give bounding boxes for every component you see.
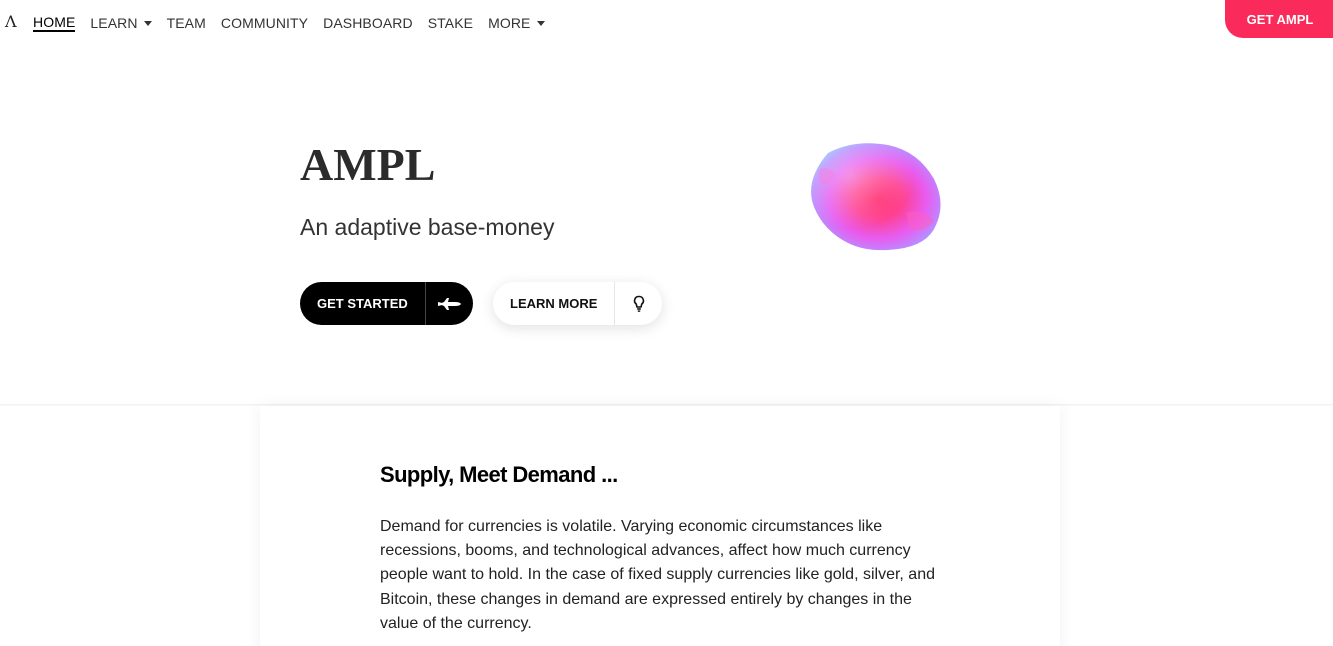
nav-item-label: COMMUNITY bbox=[220, 15, 309, 31]
learn-more-label: LEARN MORE bbox=[510, 296, 598, 311]
nav-item-more[interactable]: MORE bbox=[488, 15, 545, 31]
get-started-button[interactable]: GET STARTED bbox=[300, 282, 473, 325]
chevron-down-icon bbox=[143, 21, 152, 26]
chevron-down-icon bbox=[536, 21, 545, 26]
hero-subtitle: An adaptive base-money bbox=[300, 214, 555, 240]
nav-item-team[interactable]: TEAM bbox=[167, 15, 206, 31]
nav-item-home[interactable]: HOME bbox=[33, 14, 76, 32]
get-started-label: GET STARTED bbox=[317, 296, 408, 311]
nav-item-label: TEAM bbox=[166, 15, 206, 31]
section-title: Supply, Meet Demand ... bbox=[380, 462, 618, 487]
ampl-logo[interactable]: Λ bbox=[5, 12, 17, 32]
lightbulb-icon bbox=[615, 282, 662, 325]
content-card: Supply, Meet Demand ... Demand for curre… bbox=[260, 406, 1060, 646]
page-title: AMPL bbox=[300, 139, 436, 190]
nav-item-community[interactable]: COMMUNITY bbox=[221, 15, 308, 31]
nav-item-learn[interactable]: LEARN bbox=[90, 15, 152, 31]
ampl-blob-illustration bbox=[806, 141, 944, 253]
hero-section: AMPL An adaptive base-money GET STARTED … bbox=[0, 44, 1333, 405]
nav-item-stake[interactable]: STAKE bbox=[428, 15, 473, 31]
learn-more-button[interactable]: LEARN MORE bbox=[493, 282, 662, 325]
get-ampl-button[interactable]: GET AMPL bbox=[1225, 0, 1333, 38]
nav-item-label: STAKE bbox=[427, 15, 474, 31]
section-body: Demand for currencies is volatile. Varyi… bbox=[380, 518, 935, 632]
nav-item-label: HOME bbox=[33, 14, 76, 30]
rocket-icon bbox=[426, 282, 473, 325]
nav-item-label: DASHBOARD bbox=[323, 15, 413, 31]
nav-item-label: LEARN bbox=[90, 15, 138, 31]
nav-item-dashboard[interactable]: DASHBOARD bbox=[323, 15, 413, 31]
top-nav: Λ HOME LEARN TEAM COMMUNITY DASHBOARD ST… bbox=[0, 0, 1333, 44]
nav-item-label: MORE bbox=[488, 15, 531, 31]
nav-menu: HOME LEARN TEAM COMMUNITY DASHBOARD STAK… bbox=[33, 14, 560, 32]
